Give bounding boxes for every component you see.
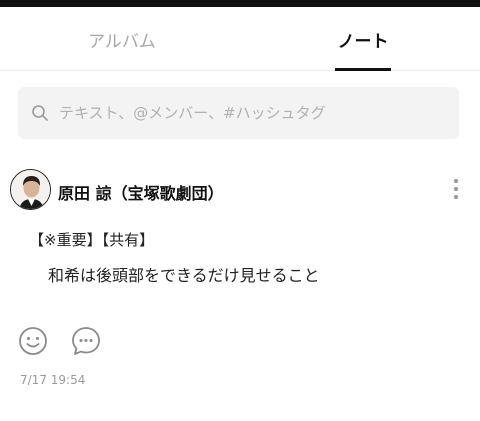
post-timestamp: 7/17 19:54 [20,373,86,387]
avatar[interactable] [10,169,51,210]
post-body: 和希は後頭部をできるだけ見せること [48,266,320,285]
smiley-icon[interactable] [18,326,48,356]
top-status-bar [0,0,480,7]
search-input[interactable] [59,104,449,122]
active-tab-indicator [335,68,391,71]
author-name[interactable]: 原田 諒（宝塚歌劇団） [58,180,224,204]
tab-bar: アルバム ノート [0,7,480,71]
comment-bubble-icon[interactable] [71,326,101,356]
more-vertical-icon[interactable] [450,177,462,201]
search-bar[interactable] [18,87,459,139]
search-icon [31,104,49,122]
post-tags: 【※重要】【共有】 [29,231,155,249]
tab-note[interactable]: ノート [328,7,398,71]
post-header: 原田 諒（宝塚歌劇団） [10,169,470,211]
tab-album[interactable]: アルバム [62,7,182,71]
